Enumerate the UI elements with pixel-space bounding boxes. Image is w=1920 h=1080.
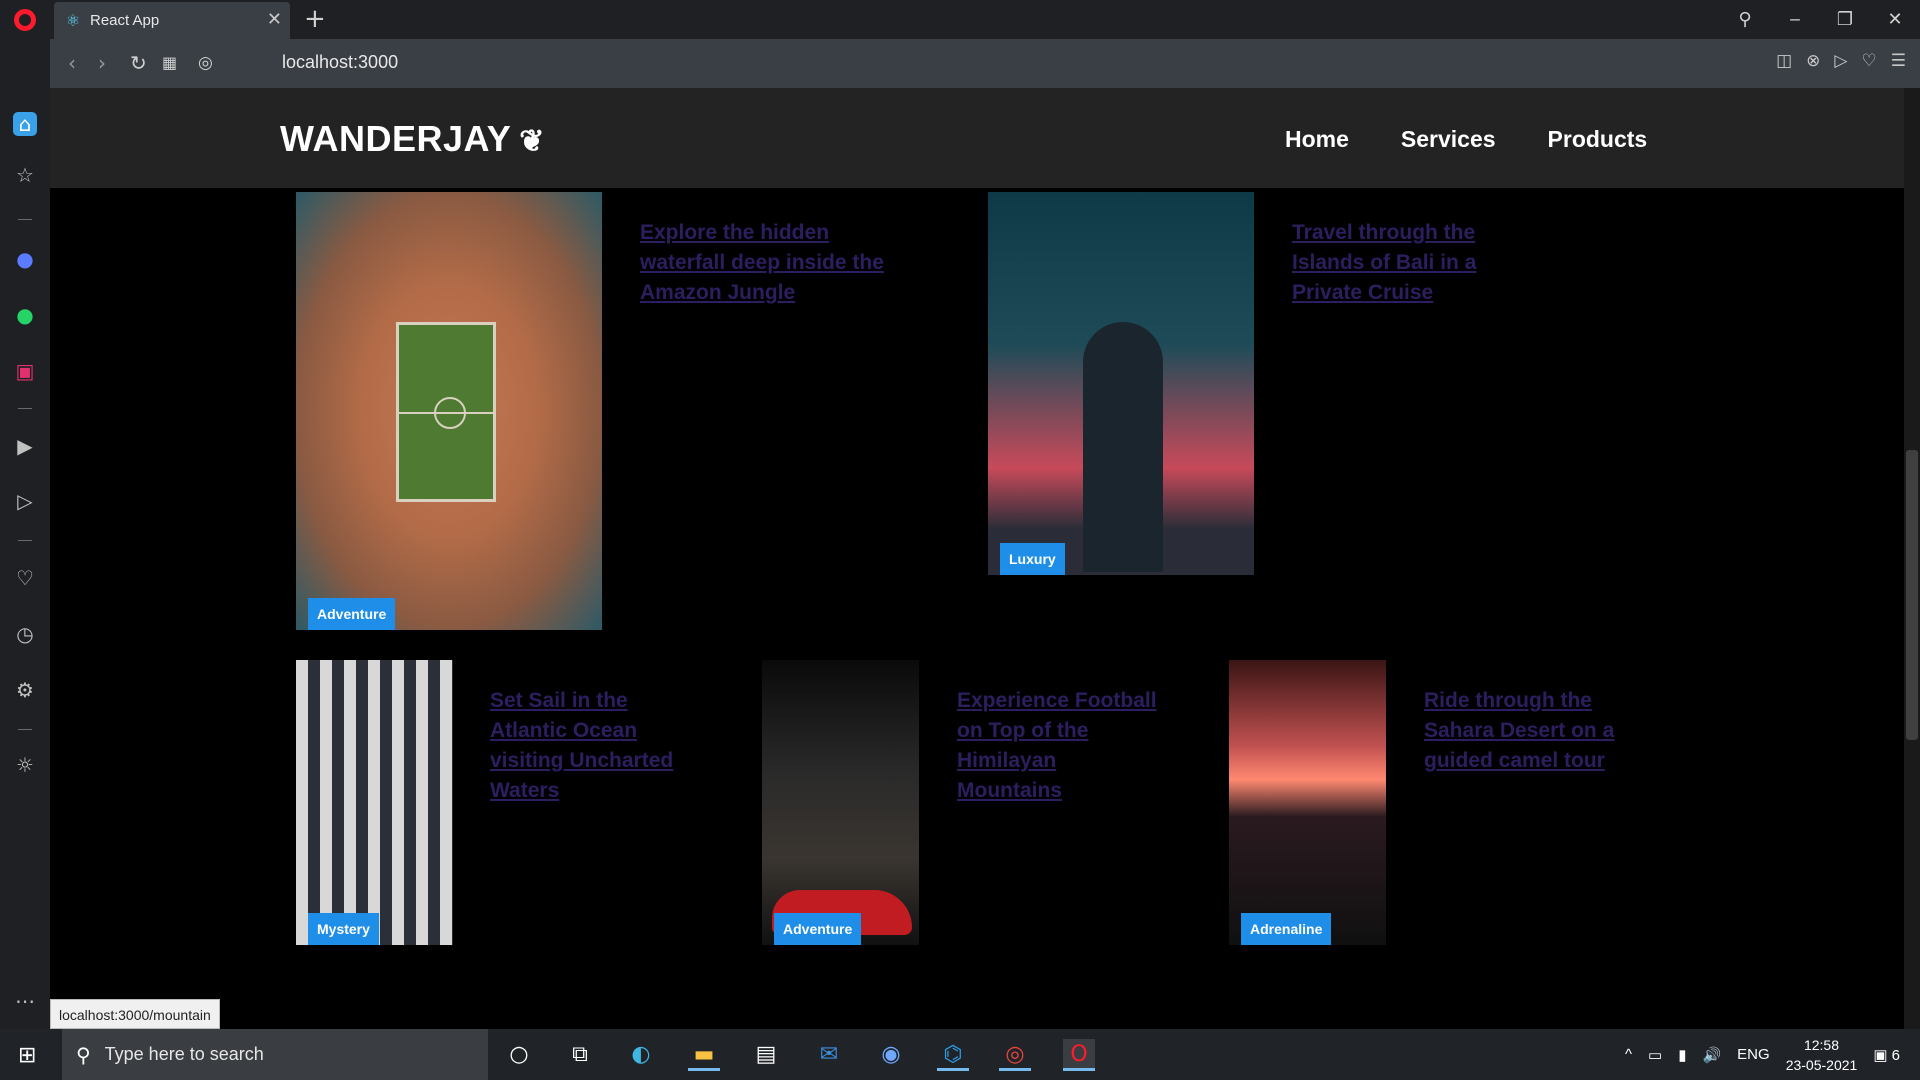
search-placeholder: Type here to search — [104, 1044, 264, 1064]
system-tray: ^ ▭ ▮ 🔊 ENG 12:58 23-05-2021 ▣ 6 — [1625, 1029, 1920, 1080]
site-info-icon[interactable]: ◎ — [198, 51, 213, 75]
volume-icon[interactable]: 🔊 — [1702, 1046, 1721, 1064]
sidebar-divider — [18, 219, 32, 220]
card-title-link[interactable]: Explore the hidden waterfall deep inside… — [640, 218, 910, 308]
player-icon[interactable]: ▶ — [13, 434, 37, 458]
card-badge: Adrenaline — [1241, 913, 1332, 945]
tab-title: React App — [90, 12, 160, 29]
web-page: WANDERJAY ❦ Home Services Products Advent… — [50, 88, 1904, 1029]
restore-icon[interactable]: ❐ — [1820, 9, 1870, 30]
reload-icon[interactable]: ↻ — [130, 51, 147, 75]
back-icon[interactable]: ‹ — [68, 51, 76, 75]
file-explorer-icon[interactable]: ▬ — [688, 1039, 720, 1071]
opera-sidebar: ⌂ ☆ ● ● ▣ ▶ ▷ ♡ ◷ ⚙ ☼ ⋯ — [0, 39, 50, 1029]
search-icon: ⚲ — [76, 1042, 91, 1067]
tips-bulb-icon[interactable]: ☼ — [13, 753, 37, 777]
meet-now-icon[interactable]: ▭ — [1648, 1046, 1662, 1064]
new-tab-icon[interactable]: + — [304, 4, 326, 34]
messenger-icon[interactable]: ● — [13, 247, 37, 271]
sidebar-divider — [18, 729, 32, 730]
speed-dial-icon[interactable]: ▦ — [162, 51, 177, 75]
notification-count: 6 — [1891, 1046, 1900, 1064]
person-silhouette — [1083, 322, 1163, 572]
window-controls: ⚲ ‒ ❐ ✕ — [1720, 0, 1920, 39]
card-image-silhouette[interactable]: Luxury — [988, 192, 1254, 575]
logo-text: WANDERJAY — [280, 118, 512, 159]
bookmark-heart-icon[interactable]: ♡ — [1862, 51, 1877, 71]
nav-home[interactable]: Home — [1285, 126, 1349, 153]
address-bar: ‹ › ↻ ▦ ◎ localhost:3000 ◫ ⊗ ▷ ♡ ☰ — [50, 39, 1920, 88]
bookmarks-star-icon[interactable]: ☆ — [13, 163, 37, 187]
card-title-link[interactable]: Travel through the Islands of Bali in a … — [1292, 218, 1512, 308]
card-title-link[interactable]: Ride through the Sahara Desert on a guid… — [1424, 686, 1624, 776]
browser-tabstrip: ⚛ React App ✕ + ⚲ ‒ ❐ ✕ — [0, 0, 1920, 39]
clock-date: 23-05-2021 — [1785, 1056, 1858, 1073]
whatsapp-icon[interactable]: ● — [13, 303, 37, 327]
clock[interactable]: 12:58 23-05-2021 — [1786, 1035, 1858, 1075]
windows-taskbar: ⊞ ⚲ Type here to search ○ ⧉ ◐ ▬ ▤ ✉ ◉ ⌬ … — [0, 1029, 1920, 1080]
browser-tab[interactable]: ⚛ React App ✕ — [54, 2, 290, 39]
easy-setup-icon[interactable]: ☰ — [1891, 51, 1906, 71]
nav-services[interactable]: Services — [1401, 126, 1496, 153]
home-icon[interactable]: ⌂ — [13, 112, 37, 136]
mail-icon[interactable]: ✉ — [813, 1039, 845, 1071]
adblock-icon[interactable]: ⊗ — [1806, 51, 1820, 71]
snapshot-icon[interactable]: ◫ — [1776, 51, 1792, 71]
history-clock-icon[interactable]: ◷ — [13, 622, 37, 646]
card-image-stadium[interactable]: Adventure — [296, 192, 602, 630]
search-tabs-icon[interactable]: ⚲ — [1720, 9, 1770, 30]
taskbar-search[interactable]: ⚲ Type here to search — [62, 1029, 488, 1080]
card-badge: Adventure — [308, 598, 396, 630]
football-pitch — [396, 322, 496, 502]
card-image-city[interactable]: Adventure — [762, 660, 919, 945]
sidebar-divider — [18, 540, 32, 541]
notification-icon[interactable]: ▣ 6 — [1873, 1046, 1900, 1064]
scrollbar-thumb[interactable] — [1906, 450, 1918, 740]
sidebar-divider — [18, 408, 32, 409]
opera-taskbar-icon[interactable]: O — [1063, 1039, 1095, 1071]
card-title-link[interactable]: Experience Football on Top of the Himila… — [957, 686, 1167, 806]
send-icon[interactable]: ▷ — [1834, 51, 1847, 71]
site-logo[interactable]: WANDERJAY ❦ — [280, 118, 545, 160]
app-icon[interactable]: ◉ — [875, 1039, 907, 1071]
nav-links: Home Services Products — [1285, 126, 1647, 153]
chrome-icon[interactable]: ◎ — [999, 1039, 1031, 1071]
nav-products[interactable]: Products — [1548, 126, 1648, 153]
url-field[interactable]: localhost:3000 — [282, 52, 398, 73]
vscode-icon[interactable]: ⌬ — [937, 1039, 969, 1071]
address-bar-actions: ◫ ⊗ ▷ ♡ ☰ — [1776, 51, 1906, 71]
store-icon[interactable]: ▤ — [750, 1039, 782, 1071]
card-title-link[interactable]: Set Sail in the Atlantic Ocean visiting … — [490, 686, 690, 806]
heart-icon[interactable]: ♡ — [13, 566, 37, 590]
card-image-crossing[interactable]: Mystery — [296, 660, 453, 945]
tab-close-icon[interactable]: ✕ — [267, 10, 282, 30]
card-badge: Mystery — [308, 913, 379, 945]
more-icon[interactable]: ⋯ — [13, 989, 37, 1013]
opera-menu-icon[interactable] — [14, 9, 36, 31]
minimize-icon[interactable]: ‒ — [1770, 9, 1820, 30]
logo-mark-icon: ❦ — [519, 125, 545, 158]
clock-time: 12:58 — [1803, 1036, 1840, 1053]
instagram-icon[interactable]: ▣ — [13, 359, 37, 383]
card-badge: Adventure — [774, 913, 862, 945]
close-window-icon[interactable]: ✕ — [1870, 9, 1920, 30]
forward-icon[interactable]: › — [98, 51, 106, 75]
tray-expand-icon[interactable]: ^ — [1625, 1046, 1632, 1063]
settings-gear-icon[interactable]: ⚙ — [13, 678, 37, 702]
windows-start-icon[interactable]: ⊞ — [18, 1045, 36, 1067]
language-indicator[interactable]: ENG — [1737, 1046, 1770, 1063]
cortana-icon[interactable]: ○ — [503, 1039, 535, 1071]
card-badge: Luxury — [1000, 543, 1065, 575]
card-image-mountain[interactable]: Adrenaline — [1229, 660, 1386, 945]
edge-icon[interactable]: ◐ — [625, 1039, 657, 1071]
status-url-tooltip: localhost:3000/mountain — [50, 999, 220, 1029]
battery-icon[interactable]: ▮ — [1678, 1046, 1686, 1064]
react-favicon-icon: ⚛ — [65, 10, 81, 30]
site-navbar: WANDERJAY ❦ Home Services Products — [50, 88, 1904, 188]
flow-send-icon[interactable]: ▷ — [13, 489, 37, 513]
task-view-icon[interactable]: ⧉ — [564, 1039, 596, 1071]
